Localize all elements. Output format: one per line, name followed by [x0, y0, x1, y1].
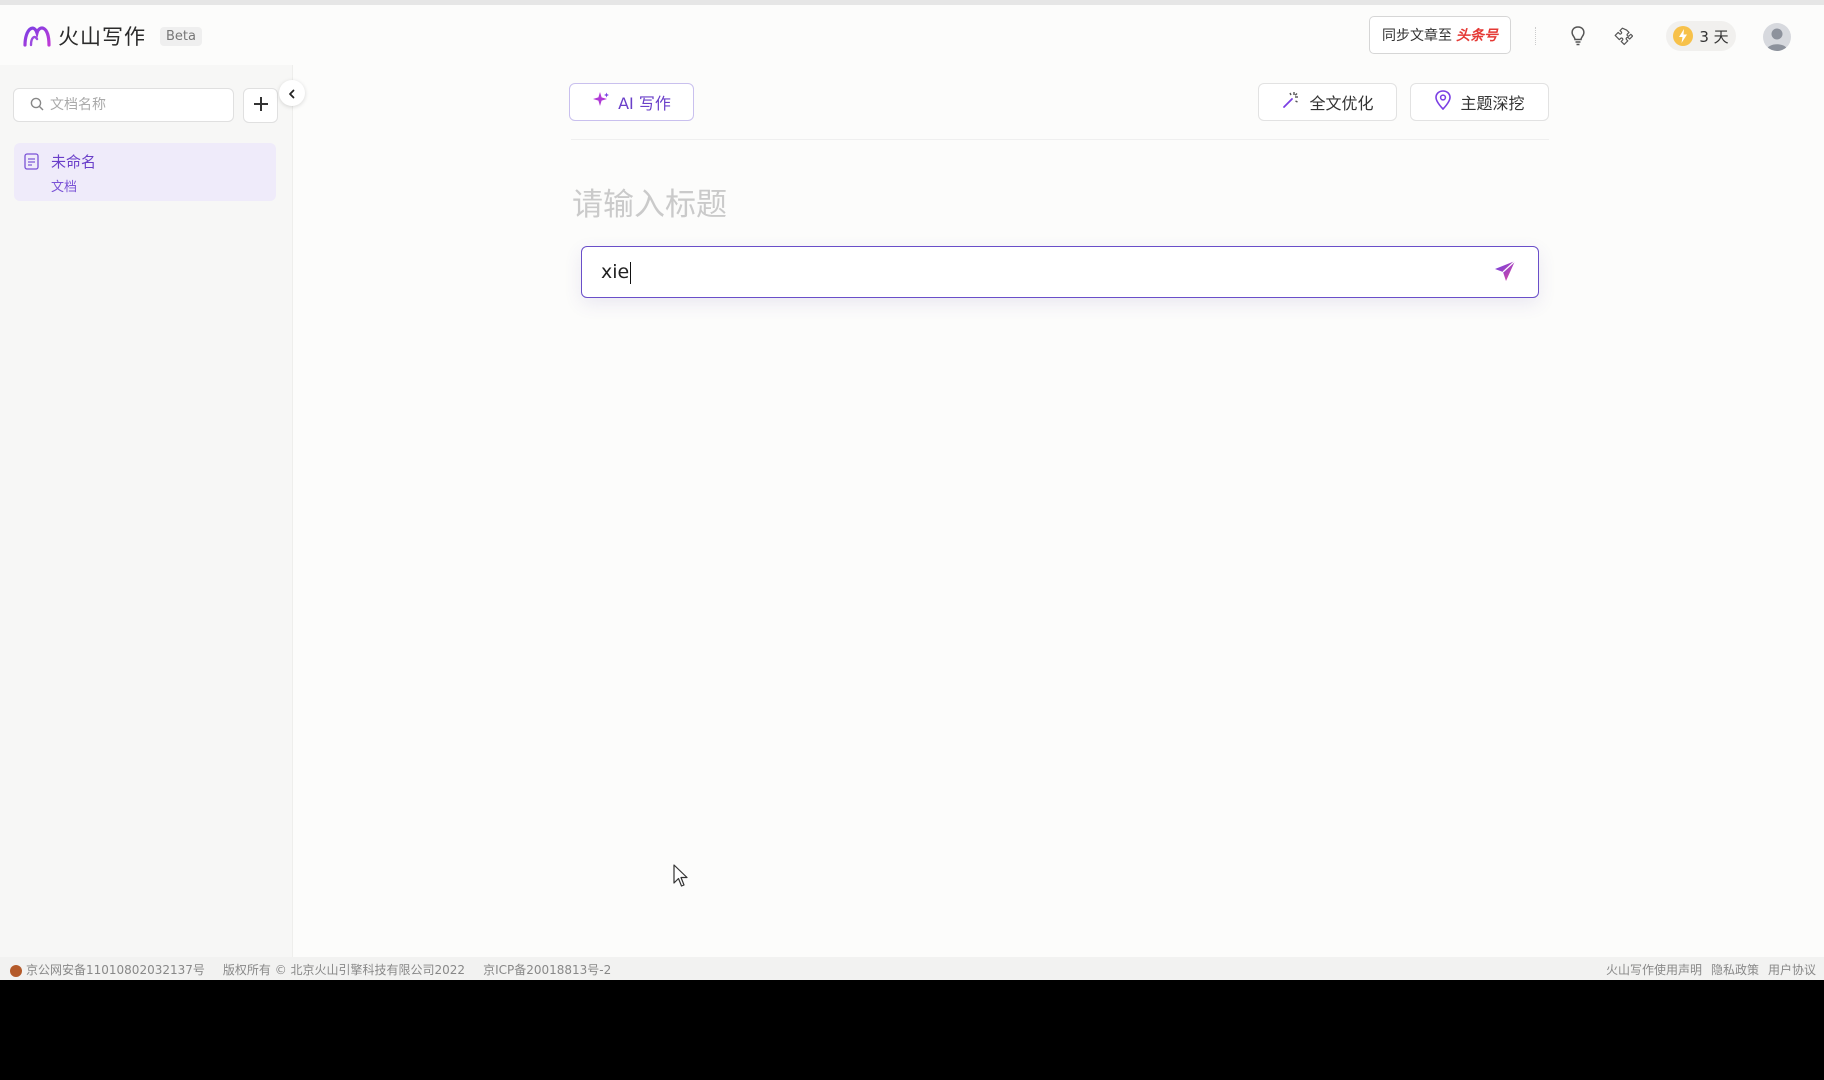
- sparkle-icon: [592, 91, 610, 113]
- avatar[interactable]: [1763, 23, 1791, 51]
- magic-wand-icon: [1281, 90, 1301, 114]
- topic-deep-dig-button[interactable]: 主题深挖: [1410, 83, 1549, 121]
- full-text-optimize-button[interactable]: 全文优化: [1258, 83, 1397, 121]
- header: 火山写作 Beta 同步文章至 头条号 3 天: [0, 5, 1824, 65]
- plugin-icon[interactable]: [1612, 25, 1634, 47]
- header-divider: [1535, 27, 1536, 45]
- lightbulb-icon[interactable]: [1567, 25, 1589, 47]
- police-badge-icon: [10, 964, 22, 977]
- full-text-optimize-label: 全文优化: [1309, 94, 1374, 113]
- chevron-left-icon: [287, 84, 297, 103]
- sidebar: 未命名 文档: [0, 65, 293, 957]
- beian-text: 京公网安备11010802032137号: [26, 963, 205, 977]
- app-window: 火山写作 Beta 同步文章至 头条号 3 天 文档名称 未命名 文档 AI 写…: [0, 0, 1824, 980]
- app-logo[interactable]: 火山写作 Beta: [22, 21, 202, 51]
- doc-search-box[interactable]: [13, 88, 234, 122]
- prompt-input[interactable]: xie: [601, 261, 632, 284]
- document-title: 未命名: [51, 153, 97, 171]
- sync-label: 同步文章至: [1382, 28, 1452, 44]
- document-item[interactable]: 未命名 文档: [14, 143, 276, 201]
- icp-link[interactable]: 京ICP备20018813号-2: [483, 961, 611, 978]
- footer: 京公网安备11010802032137号 版权所有 © 北京火山引擎科技有限公司…: [0, 957, 1824, 980]
- toutiao-brand: 头条号: [1456, 28, 1498, 44]
- toolbar-divider: [571, 139, 1549, 140]
- paper-plane-icon: [1494, 260, 1516, 286]
- document-type: 文档: [51, 180, 78, 195]
- usage-statement-link[interactable]: 火山写作使用声明: [1606, 961, 1702, 978]
- days-label: 3 天: [1699, 27, 1729, 46]
- beta-badge: Beta: [160, 26, 202, 46]
- search-icon: [30, 96, 44, 115]
- doc-search-input[interactable]: [50, 97, 220, 113]
- ai-write-button[interactable]: AI 写作: [569, 83, 694, 121]
- title-input[interactable]: [572, 180, 1272, 230]
- membership-days[interactable]: 3 天: [1666, 21, 1736, 51]
- plus-icon: [253, 96, 269, 116]
- ai-write-label: AI 写作: [618, 94, 671, 113]
- new-document-button[interactable]: [243, 88, 278, 123]
- location-pin-icon: [1434, 90, 1452, 114]
- document-icon: [24, 153, 39, 174]
- collapse-sidebar-button[interactable]: [279, 80, 305, 106]
- text-caret: [630, 261, 632, 284]
- app-name: 火山写作: [58, 25, 146, 49]
- beian-link[interactable]: 京公网安备11010802032137号: [10, 961, 205, 978]
- copyright-text: 版权所有 © 北京火山引擎科技有限公司2022: [222, 963, 466, 977]
- privacy-policy-link[interactable]: 隐私政策: [1711, 961, 1759, 978]
- sync-article-button[interactable]: 同步文章至 头条号: [1369, 16, 1511, 54]
- logo-icon: [22, 21, 54, 51]
- ai-prompt-box[interactable]: xie: [581, 246, 1539, 298]
- bolt-icon: [1673, 26, 1694, 46]
- mouse-pointer-icon: [673, 864, 689, 892]
- topic-deep-dig-label: 主题深挖: [1460, 94, 1525, 113]
- send-button[interactable]: [1493, 260, 1517, 286]
- prompt-value: xie: [601, 261, 630, 283]
- user-agreement-link[interactable]: 用户协议: [1768, 961, 1816, 978]
